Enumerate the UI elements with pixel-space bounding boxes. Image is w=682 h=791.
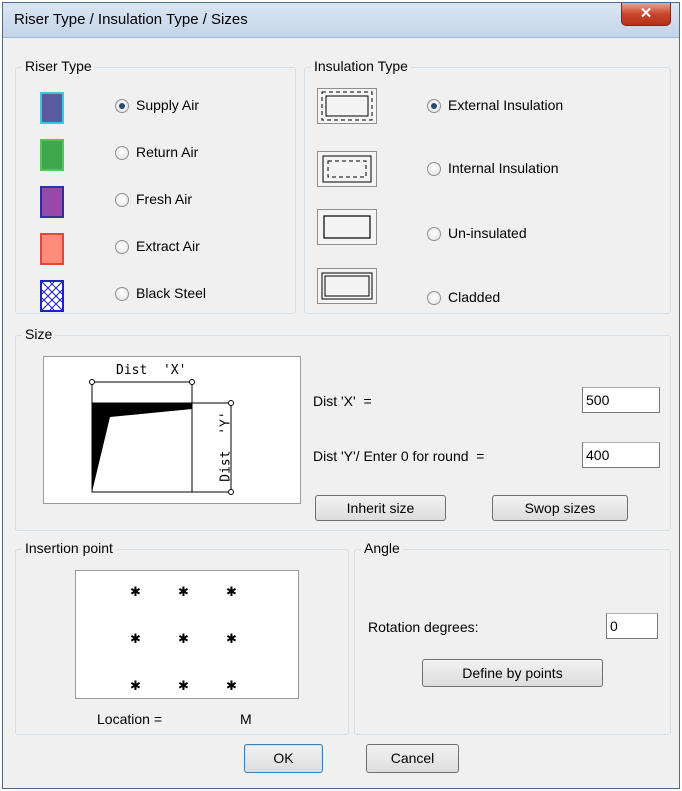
dist-y-diagram-label: Dist 'Y' — [218, 411, 234, 482]
insertion-point-top-right[interactable]: ✱ — [226, 585, 237, 598]
close-button[interactable]: ✕ — [621, 3, 671, 26]
internal-insulation-label[interactable]: Internal Insulation — [448, 160, 559, 176]
cladded-radio[interactable] — [427, 291, 441, 305]
supply-air-label[interactable]: Supply Air — [136, 97, 199, 113]
duct-size-diagram-icon — [89, 379, 234, 495]
cladded-icon — [317, 268, 377, 304]
extract-air-label[interactable]: Extract Air — [136, 238, 200, 254]
rotation-degrees-input[interactable]: 0 — [606, 613, 658, 639]
cladded-label[interactable]: Cladded — [448, 289, 500, 305]
insertion-point-middle-left[interactable]: ✱ — [130, 632, 141, 645]
dist-x-input[interactable]: 500 — [582, 387, 660, 413]
insertion-point-bottom-left[interactable]: ✱ — [130, 679, 141, 692]
insertion-point-bottom-middle[interactable]: ✱ — [178, 679, 189, 692]
size-diagram: Dist 'X' Dist 'Y' — [43, 356, 301, 504]
swop-sizes-button[interactable]: Swop sizes — [492, 495, 628, 521]
un-insulated-radio[interactable] — [427, 227, 441, 241]
insertion-point-label: Insertion point — [22, 540, 116, 556]
external-insulation-radio[interactable] — [427, 99, 441, 113]
supply-air-radio[interactable] — [115, 99, 129, 113]
un-insulated-label[interactable]: Un-insulated — [448, 225, 527, 241]
fresh-air-radio[interactable] — [115, 193, 129, 207]
insulation-type-label: Insulation Type — [311, 58, 411, 74]
fresh-air-swatch — [40, 186, 64, 218]
black-steel-label[interactable]: Black Steel — [136, 285, 206, 301]
inherit-size-button[interactable]: Inherit size — [315, 495, 446, 521]
return-air-radio[interactable] — [115, 146, 129, 160]
supply-air-swatch — [40, 92, 64, 124]
extract-air-swatch — [40, 233, 64, 265]
black-steel-radio[interactable] — [115, 287, 129, 301]
extract-air-radio[interactable] — [115, 240, 129, 254]
location-label: Location = — [97, 711, 162, 727]
riser-type-group: Riser Type Supply Air Return Air Fresh A… — [15, 58, 296, 314]
location-value: M — [240, 711, 252, 727]
black-steel-crosshatch-icon — [42, 282, 62, 310]
return-air-label[interactable]: Return Air — [136, 144, 198, 160]
insertion-point-top-left[interactable]: ✱ — [130, 585, 141, 598]
dialog-window: Riser Type / Insulation Type / Sizes ✕ R… — [2, 2, 680, 789]
internal-insulation-radio[interactable] — [427, 162, 441, 176]
size-group: Size Dist 'X' Dist 'Y' Dist 'X' = 500 Di… — [15, 326, 671, 531]
insulation-type-group: Insulation Type External Insulation Inte… — [304, 58, 671, 314]
rotation-degrees-label: Rotation degrees: — [368, 619, 479, 635]
insertion-point-middle[interactable]: ✱ — [178, 632, 189, 645]
window-title: Riser Type / Insulation Type / Sizes — [14, 11, 248, 28]
dist-y-input[interactable]: 400 — [582, 442, 660, 468]
dist-x-diagram-label: Dist 'X' — [116, 363, 187, 378]
cancel-button[interactable]: Cancel — [366, 744, 459, 773]
insertion-point-grid: ✱ ✱ ✱ ✱ ✱ ✱ ✱ ✱ ✱ — [75, 570, 299, 699]
riser-type-label: Riser Type — [22, 58, 95, 74]
insertion-point-middle-right[interactable]: ✱ — [226, 632, 237, 645]
define-by-points-button[interactable]: Define by points — [422, 659, 603, 687]
external-insulation-label[interactable]: External Insulation — [448, 97, 563, 113]
internal-insulation-icon — [317, 151, 377, 187]
insertion-point-bottom-right[interactable]: ✱ — [226, 679, 237, 692]
angle-group: Angle Rotation degrees: 0 Define by poin… — [354, 540, 671, 735]
size-label: Size — [22, 326, 56, 342]
insertion-point-group: Insertion point ✱ ✱ ✱ ✱ ✱ ✱ ✱ ✱ ✱ Locati… — [15, 540, 349, 735]
un-insulated-icon — [317, 209, 377, 245]
insertion-point-top-middle[interactable]: ✱ — [178, 585, 189, 598]
return-air-swatch — [40, 139, 64, 171]
ok-button[interactable]: OK — [244, 744, 323, 773]
fresh-air-label[interactable]: Fresh Air — [136, 191, 192, 207]
black-steel-swatch — [40, 280, 64, 312]
title-bar[interactable]: Riser Type / Insulation Type / Sizes ✕ — [3, 3, 679, 38]
dist-y-label: Dist 'Y'/ Enter 0 for round = — [313, 448, 485, 464]
dist-x-label: Dist 'X' = — [313, 393, 372, 409]
dialog-client: Riser Type Supply Air Return Air Fresh A… — [9, 39, 673, 784]
angle-label: Angle — [361, 540, 403, 556]
external-insulation-icon — [317, 88, 377, 124]
